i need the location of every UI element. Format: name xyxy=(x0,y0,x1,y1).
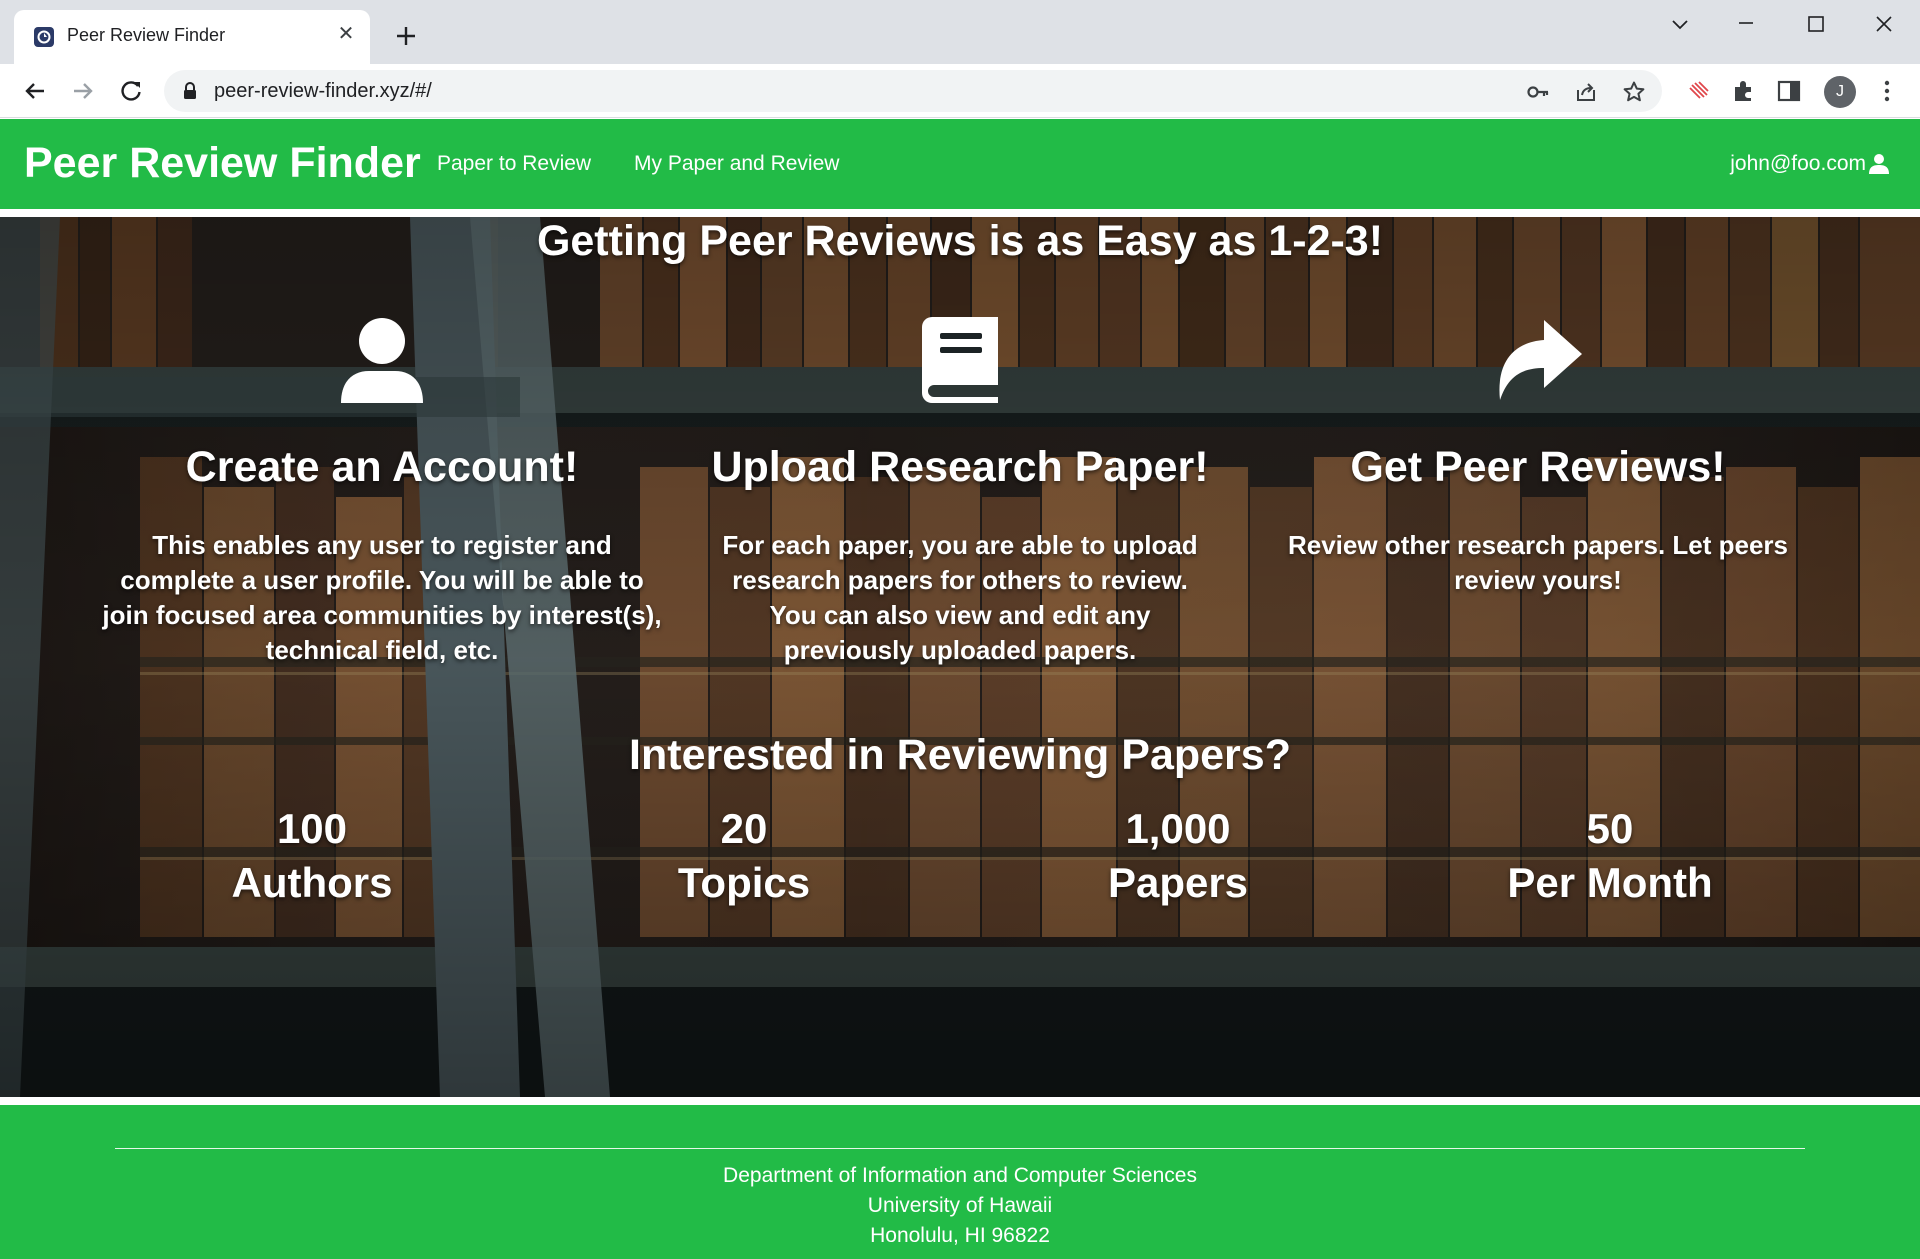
stat-label: Papers xyxy=(1107,859,1249,906)
footer-line: Department of Information and Computer S… xyxy=(723,1164,1197,1187)
back-arrow-icon[interactable] xyxy=(20,76,50,106)
step-upload-paper: Upload Research Paper! For each paper, y… xyxy=(680,315,1240,668)
nav-link-paper-to-review[interactable]: Paper to Review xyxy=(437,152,591,176)
forward-arrow-icon[interactable] xyxy=(68,76,98,106)
extensions-puzzle-icon[interactable] xyxy=(1730,78,1756,104)
extension-stripes-icon[interactable] xyxy=(1686,78,1712,104)
profile-avatar[interactable]: J xyxy=(1824,76,1856,108)
stat-value: 100 xyxy=(276,805,348,852)
footer-line: Honolulu, HI 96822 xyxy=(870,1224,1050,1247)
user-icon xyxy=(341,318,423,403)
site-navbar: Peer Review Finder Paper to Review My Pa… xyxy=(0,119,1920,209)
step-description: Review other research papers. Let peers … xyxy=(1287,530,1788,595)
user-menu[interactable]: john@foo.com xyxy=(1730,152,1890,176)
browser-toolbar: peer-review-finder.xyz/#/ J xyxy=(0,64,1920,118)
stat-label: Authors xyxy=(231,859,393,906)
hero-section: Getting Peer Reviews is as Easy as 1-2-3… xyxy=(0,217,1920,1097)
kebab-menu-icon[interactable] xyxy=(1874,78,1900,104)
stat-per-month: 50 Per Month xyxy=(1440,802,1780,910)
step-title: Get Peer Reviews! xyxy=(1350,443,1726,491)
step-title: Upload Research Paper! xyxy=(711,443,1209,491)
close-window-icon[interactable] xyxy=(1864,12,1904,40)
step-create-account: Create an Account! This enables any user… xyxy=(102,315,662,668)
maximize-icon[interactable] xyxy=(1796,12,1836,40)
book-icon xyxy=(922,317,998,403)
url-text[interactable]: peer-review-finder.xyz/#/ xyxy=(214,80,432,103)
page: Peer Review Finder Paper to Review My Pa… xyxy=(0,119,1920,1259)
share-icon[interactable] xyxy=(1574,80,1598,104)
stat-topics: 20 Topics xyxy=(574,802,914,910)
tab-close-icon[interactable]: ✕ xyxy=(334,22,358,46)
site-footer: Department of Information and Computer S… xyxy=(0,1105,1920,1259)
footer-line: University of Hawaii xyxy=(867,1194,1053,1217)
tab-title: Peer Review Finder xyxy=(67,25,226,45)
bookmark-star-icon[interactable] xyxy=(1622,80,1646,104)
footer-address: Department of Information and Computer S… xyxy=(0,1161,1920,1251)
stat-papers: 1,000 Papers xyxy=(1008,802,1348,910)
share-arrow-icon xyxy=(1499,320,1582,400)
stat-authors: 100 Authors xyxy=(142,802,482,910)
side-panel-icon[interactable] xyxy=(1776,78,1802,104)
stat-label: Per Month xyxy=(1507,859,1713,906)
step-description: This enables any user to register and co… xyxy=(102,530,662,665)
interest-title: Interested in Reviewing Papers? xyxy=(629,731,1291,779)
key-icon[interactable] xyxy=(1526,80,1550,104)
browser-tab[interactable]: Peer Review Finder ✕ xyxy=(14,10,370,64)
hero-title: Getting Peer Reviews is as Easy as 1-2-3… xyxy=(536,217,1384,265)
address-bar[interactable]: peer-review-finder.xyz/#/ xyxy=(164,70,1662,112)
step-title: Create an Account! xyxy=(185,443,579,491)
footer-divider xyxy=(115,1148,1805,1149)
hero-content: Getting Peer Reviews is as Easy as 1-2-3… xyxy=(0,217,1920,1097)
user-icon xyxy=(1869,154,1889,174)
stat-value: 50 xyxy=(1586,805,1634,852)
reload-icon[interactable] xyxy=(116,76,146,106)
brand-logo[interactable]: Peer Review Finder xyxy=(24,139,421,188)
site-favicon-icon xyxy=(34,27,54,47)
new-tab-icon[interactable] xyxy=(392,22,420,50)
minimize-icon[interactable] xyxy=(1726,12,1766,40)
nav-link-my-paper-and-review[interactable]: My Paper and Review xyxy=(634,152,839,176)
browser-titlebar: Peer Review Finder ✕ xyxy=(0,0,1920,64)
step-get-reviews: Get Peer Reviews! Review other research … xyxy=(1258,315,1818,598)
stat-value: 1,000 xyxy=(1125,805,1231,852)
stat-value: 20 xyxy=(720,805,768,852)
tab-search-chevron-icon[interactable] xyxy=(1660,12,1700,40)
step-description: For each paper, you are able to upload r… xyxy=(722,530,1198,665)
lock-icon[interactable] xyxy=(182,82,198,105)
stat-label: Topics xyxy=(677,859,811,906)
user-email: john@foo.com xyxy=(1730,152,1866,175)
